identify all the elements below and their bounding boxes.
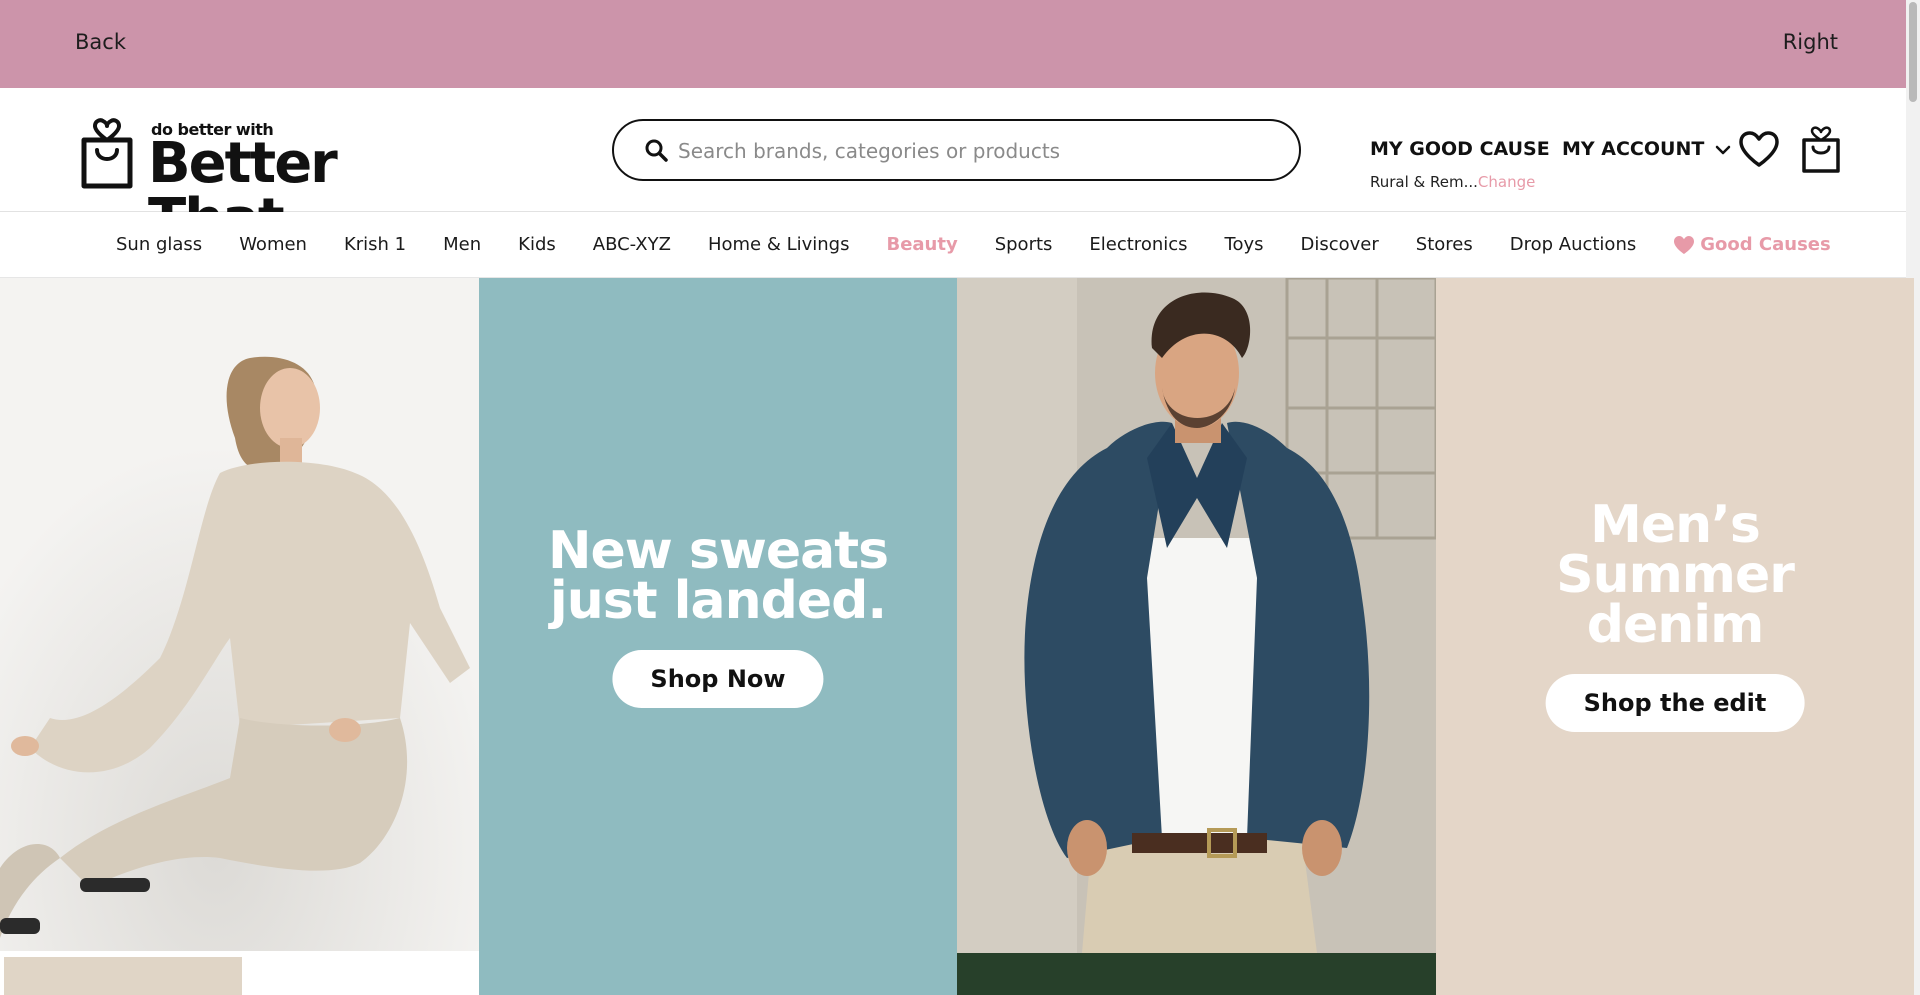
promo-new-sweats-headline: New sweats just landed. — [479, 521, 957, 631]
nav-item-stores[interactable]: Stores — [1416, 234, 1473, 255]
chevron-down-icon — [1715, 145, 1731, 154]
my-account-label: MY ACCOUNT — [1562, 138, 1705, 160]
logo[interactable]: do better with Better That. — [78, 116, 468, 248]
nav-item-abc-xyz[interactable]: ABC-XYZ — [593, 234, 671, 255]
nav-item-home-livings[interactable]: Home & Livings — [708, 234, 850, 255]
promo-mens-denim-headline: Men’s Summer denim — [1436, 495, 1914, 655]
nav-item-drop-auctions[interactable]: Drop Auctions — [1510, 234, 1637, 255]
promo-mens-summer-denim: Men’s Summer denim Shop the edit — [1436, 278, 1914, 995]
nav-item-sports[interactable]: Sports — [995, 234, 1053, 255]
my-good-cause-link[interactable]: MY GOOD CAUSE — [1370, 138, 1550, 160]
right-button[interactable]: Right — [1783, 30, 1838, 54]
change-cause-link[interactable]: Change — [1478, 173, 1535, 191]
headline-line: New sweats — [547, 521, 889, 581]
scrollbar-thumb[interactable] — [1909, 2, 1917, 102]
nav-item-good-causes[interactable]: Good Causes — [1673, 234, 1831, 255]
product-thumbnail[interactable] — [4, 957, 242, 995]
model-denim-jacket-image — [957, 278, 1436, 953]
nav-item-good-causes-label: Good Causes — [1700, 234, 1831, 255]
promo-new-sweats: New sweats just landed. Shop Now — [479, 278, 957, 995]
nav-item-beauty[interactable]: Beauty — [886, 234, 957, 255]
my-account-menu[interactable]: MY ACCOUNT — [1562, 138, 1731, 160]
heart-icon[interactable] — [1738, 130, 1780, 168]
foliage-strip — [957, 953, 1436, 995]
top-bar: Back Right — [0, 0, 1906, 88]
headline-line: Summer — [1556, 545, 1795, 605]
shop-now-button[interactable]: Shop Now — [612, 650, 824, 708]
nav-item-toys[interactable]: Toys — [1225, 234, 1264, 255]
selected-cause: Rural & Rem...Change — [1370, 173, 1535, 191]
nav-item-krish-1[interactable]: Krish 1 — [344, 234, 406, 255]
search-icon[interactable] — [644, 138, 668, 162]
headline-line: Men’s — [1590, 495, 1761, 555]
hero-image-women-sweats[interactable] — [0, 278, 479, 995]
nav-item-electronics[interactable]: Electronics — [1089, 234, 1187, 255]
back-button[interactable]: Back — [75, 30, 126, 54]
shop-the-edit-button[interactable]: Shop the edit — [1545, 674, 1805, 732]
headline-line: denim — [1586, 595, 1765, 655]
cart-bag-icon[interactable] — [1800, 126, 1842, 174]
hero-image-men-denim[interactable] — [957, 278, 1436, 995]
nav-item-kids[interactable]: Kids — [518, 234, 556, 255]
heart-filled-icon — [1674, 235, 1695, 254]
page: Back Right do better with Better That. M… — [0, 0, 1920, 995]
nav-item-sun-glass[interactable]: Sun glass — [116, 234, 202, 255]
nav-item-discover[interactable]: Discover — [1301, 234, 1379, 255]
cause-name: Rural & Rem... — [1370, 173, 1478, 191]
site-header: do better with Better That. MY GOOD CAUS… — [0, 88, 1906, 248]
headline-line: just landed. — [549, 571, 887, 631]
product-strip — [0, 951, 479, 995]
nav-item-women[interactable]: Women — [239, 234, 307, 255]
hero-banner: New sweats just landed. Shop Now Men’s S… — [0, 278, 1914, 995]
shopping-bag-logo-icon — [81, 118, 133, 189]
search-box[interactable] — [612, 119, 1301, 181]
nav-item-men[interactable]: Men — [443, 234, 481, 255]
model-sitting-image — [0, 278, 479, 951]
main-navigation: Sun glass Women Krish 1 Men Kids ABC-XYZ… — [0, 212, 1906, 278]
search-input[interactable] — [678, 133, 1278, 169]
